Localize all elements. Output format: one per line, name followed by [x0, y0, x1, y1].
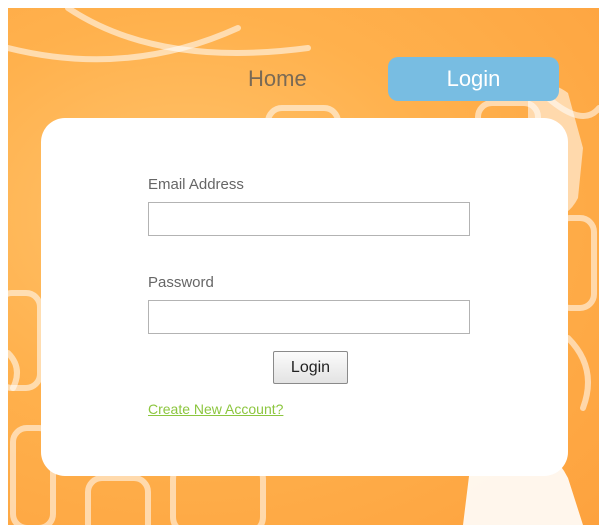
email-label: Email Address — [148, 176, 244, 193]
login-submit-button[interactable]: Login — [273, 351, 348, 384]
login-card: Email Address Password Login Create New … — [41, 118, 568, 476]
password-label: Password — [148, 274, 214, 291]
nav-login-tab[interactable]: Login — [388, 57, 559, 101]
nav-home-link[interactable]: Home — [248, 66, 307, 92]
password-input[interactable] — [148, 300, 470, 334]
email-input[interactable] — [148, 202, 470, 236]
create-account-link[interactable]: Create New Account? — [148, 401, 283, 417]
